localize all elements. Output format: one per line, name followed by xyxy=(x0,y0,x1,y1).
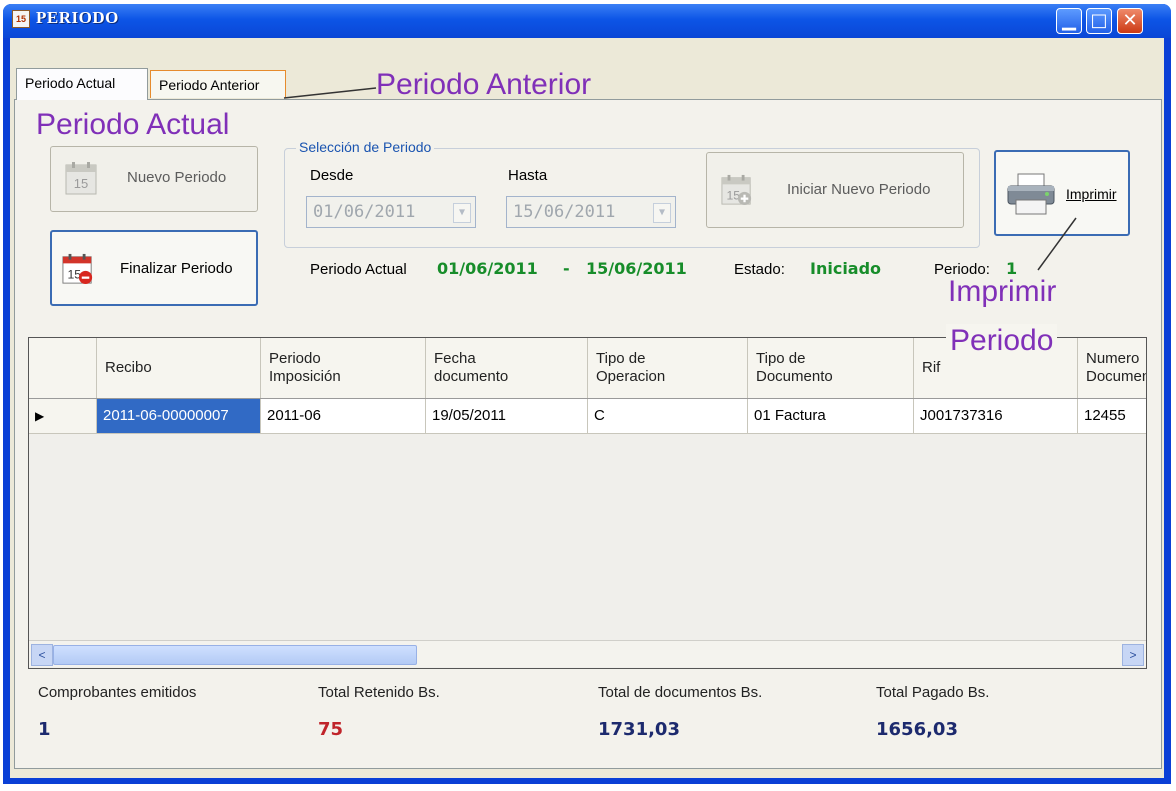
minimize-icon: ▁ xyxy=(1062,10,1076,31)
maximize-button[interactable]: □ xyxy=(1086,8,1112,34)
column-header-tipo-documento[interactable]: Tipo de Documento xyxy=(748,338,914,398)
scroll-left-button[interactable]: < xyxy=(31,644,53,666)
cell-recibo[interactable]: 2011-06-00000007 xyxy=(97,399,261,433)
desde-value: 01/06/2011 xyxy=(313,202,416,222)
column-label: Rif xyxy=(922,359,941,376)
estado-value: Iniciado xyxy=(810,259,882,278)
tab-periodo-anterior[interactable]: Periodo Anterior xyxy=(150,70,286,98)
periodo-hasta-value: 15/06/2011 xyxy=(586,259,687,278)
hasta-label: Hasta xyxy=(508,167,548,184)
annotation-periodo-anterior: Periodo Anterior xyxy=(376,68,592,101)
total-retenido-label: Total Retenido Bs. xyxy=(318,684,440,701)
column-header-numero-documento[interactable]: Numero Documento xyxy=(1078,338,1146,398)
table-row[interactable]: ▶ 2011-06-00000007 2011-06 19/05/2011 C … xyxy=(29,399,1146,434)
finalizar-periodo-label: Finalizar Periodo xyxy=(120,260,233,277)
svg-text:15: 15 xyxy=(67,267,81,281)
chevron-down-icon[interactable]: ▼ xyxy=(653,203,671,223)
column-label: Periodo Imposición xyxy=(269,350,341,385)
nuevo-periodo-label: Nuevo Periodo xyxy=(127,169,227,186)
total-retenido-value: 75 xyxy=(318,719,344,740)
column-label: Tipo de Documento xyxy=(756,350,833,385)
recibos-grid[interactable]: Recibo Periodo Imposición Fecha document… xyxy=(28,337,1147,669)
annotation-periodo-actual: Periodo Actual xyxy=(36,108,230,141)
minimize-button[interactable]: ▁ xyxy=(1056,8,1082,34)
hasta-date-picker[interactable]: 15/06/2011 ▼ xyxy=(506,196,676,228)
annotation-line-anterior xyxy=(283,87,377,99)
cell-fecha-documento[interactable]: 19/05/2011 xyxy=(426,399,588,433)
desde-date-picker[interactable]: 01/06/2011 ▼ xyxy=(306,196,476,228)
finalizar-periodo-button[interactable]: 15 Finalizar Periodo xyxy=(50,230,258,306)
window-title: PERIODO xyxy=(36,8,119,27)
estado-label: Estado: xyxy=(734,261,785,278)
horizontal-scrollbar[interactable]: < > xyxy=(29,640,1146,667)
svg-text:15: 15 xyxy=(726,188,740,202)
comprobantes-label: Comprobantes emitidos xyxy=(38,684,197,701)
cell-tipo-operacion[interactable]: C xyxy=(588,399,748,433)
hasta-value: 15/06/2011 xyxy=(513,202,616,222)
total-documentos-value: 1731,03 xyxy=(598,719,680,740)
total-documentos-label: Total de documentos Bs. xyxy=(598,684,763,701)
cell-numero-documento[interactable]: 12455 xyxy=(1078,399,1146,433)
row-header-corner xyxy=(29,338,97,398)
scrollbar-thumb[interactable] xyxy=(53,645,417,665)
calendar-icon: 15 xyxy=(65,162,97,195)
imprimir-label: Imprimir xyxy=(1066,186,1117,202)
calendar-add-icon: 15 xyxy=(721,174,752,206)
printer-icon xyxy=(1007,173,1055,215)
comprobantes-value: 1 xyxy=(38,719,51,740)
annotation-line-imprimir xyxy=(1037,217,1077,271)
desde-label: Desde xyxy=(310,167,354,184)
cell-tipo-documento[interactable]: 01 Factura xyxy=(748,399,914,433)
periodo-separator: - xyxy=(563,259,570,278)
periodo-desde-value: 01/06/2011 xyxy=(437,259,538,278)
row-pointer-icon: ▶ xyxy=(29,399,97,433)
calendar-app-icon: 15 xyxy=(12,10,30,28)
seleccion-periodo-legend: Selección de Periodo xyxy=(296,139,435,155)
nuevo-periodo-button[interactable]: 15 Nuevo Periodo xyxy=(50,146,258,212)
column-header-fecha-documento[interactable]: Fecha documento xyxy=(426,338,588,398)
iniciar-nuevo-periodo-label: Iniciar Nuevo Periodo xyxy=(787,181,931,198)
title-bar[interactable] xyxy=(3,4,1171,38)
cell-rif[interactable]: J001737316 xyxy=(914,399,1078,433)
close-icon: ✕ xyxy=(1122,10,1138,31)
periodo-actual-label: Periodo Actual xyxy=(310,261,407,278)
annotation-imprimir: Imprimir xyxy=(948,275,1057,308)
column-header-tipo-operacion[interactable]: Tipo de Operacion xyxy=(588,338,748,398)
maximize-icon: □ xyxy=(1090,10,1108,31)
svg-text:15: 15 xyxy=(74,176,88,191)
total-pagado-label: Total Pagado Bs. xyxy=(876,684,990,701)
column-header-periodo-imposicion[interactable]: Periodo Imposición xyxy=(261,338,426,398)
column-header-recibo[interactable]: Recibo xyxy=(97,338,261,398)
tab-periodo-actual[interactable]: Periodo Actual xyxy=(16,68,148,100)
annotation-imprimir-periodo: Periodo xyxy=(946,324,1058,358)
cell-periodo-imposicion[interactable]: 2011-06 xyxy=(261,399,426,433)
column-label: Numero Documento xyxy=(1086,350,1146,385)
close-button[interactable]: ✕ xyxy=(1117,8,1143,34)
iniciar-nuevo-periodo-button[interactable]: 15 Iniciar Nuevo Periodo xyxy=(706,152,964,228)
calendar-remove-icon: 15 xyxy=(62,253,93,285)
column-label: Fecha documento xyxy=(434,350,509,385)
chevron-down-icon[interactable]: ▼ xyxy=(453,203,471,223)
scroll-right-button[interactable]: > xyxy=(1122,644,1144,666)
column-label: Tipo de Operacion xyxy=(596,350,666,385)
column-label: Recibo xyxy=(105,359,152,376)
total-pagado-value: 1656,03 xyxy=(876,719,958,740)
